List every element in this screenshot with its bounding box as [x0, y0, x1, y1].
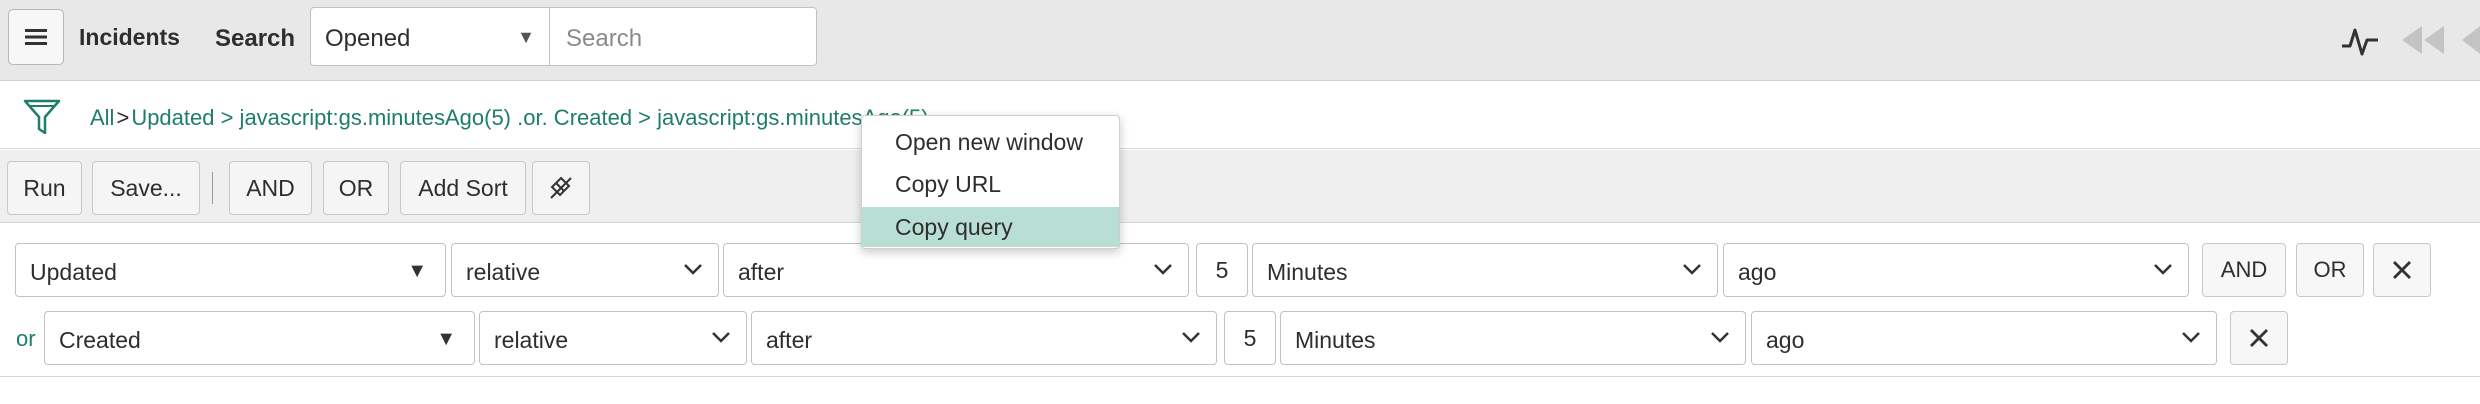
list-view: Incidents Search Opened ▼ Search All>Upd…: [0, 0, 2480, 404]
condition-operator-select[interactable]: after: [723, 243, 1189, 297]
condition-and-button[interactable]: AND: [2202, 243, 2286, 297]
caret-down-icon: ▼: [407, 260, 427, 282]
select-caret-icon: ▼: [517, 27, 535, 47]
condition-direction-select[interactable]: ago: [1751, 311, 2217, 365]
add-or-button[interactable]: OR: [323, 161, 389, 215]
condition-field-select[interactable]: Updated ▼: [15, 243, 446, 297]
toolbar-divider: [212, 172, 213, 204]
chevron-down-icon: [2154, 264, 2172, 275]
condition-unit-select[interactable]: Minutes: [1252, 243, 1718, 297]
search-label: Search: [215, 25, 296, 52]
close-icon: [2393, 261, 2411, 279]
chevron-down-icon: [1154, 264, 1172, 275]
condition-direction-value: ago: [1766, 327, 1805, 353]
menu-item-copy-query[interactable]: Copy query: [862, 207, 1119, 247]
remove-condition-button[interactable]: [2373, 243, 2431, 297]
search-field-value: Opened: [325, 25, 411, 52]
breadcrumb-trail: All>Updated > javascript:gs.minutesAgo(5…: [90, 105, 929, 131]
search-placeholder: Search: [566, 25, 643, 52]
save-button[interactable]: Save...: [92, 161, 200, 215]
breadcrumb-all[interactable]: All: [90, 105, 114, 130]
condition-operator-value: after: [766, 327, 813, 353]
add-and-button[interactable]: AND: [229, 161, 312, 215]
condition-operator-select[interactable]: after: [751, 311, 1217, 365]
breadcrumb-context-menu: Open new window Copy URL Copy query: [861, 115, 1120, 249]
condition-quantity-input[interactable]: 5: [1196, 243, 1248, 297]
menu-item-copy-url[interactable]: Copy URL: [862, 164, 1119, 204]
condition-unit-value: Minutes: [1295, 327, 1376, 353]
list-header: Incidents Search Opened ▼ Search: [0, 0, 2480, 81]
first-page-icon[interactable]: [2400, 20, 2448, 60]
condition-mode-select[interactable]: relative: [479, 311, 747, 365]
condition-mode-value: relative: [494, 327, 569, 353]
search-field-select[interactable]: Opened ▼: [310, 7, 550, 66]
run-button[interactable]: Run: [7, 161, 82, 215]
chevron-down-icon: [1182, 332, 1200, 343]
list-title: Incidents: [79, 24, 180, 50]
condition-unit-select[interactable]: Minutes: [1280, 311, 1746, 365]
close-icon: [2250, 329, 2268, 347]
add-sort-button[interactable]: Add Sort: [400, 161, 526, 215]
search-input[interactable]: Search: [549, 7, 817, 66]
condition-field-value: Updated: [30, 259, 117, 285]
condition-mode-select[interactable]: relative: [451, 243, 719, 297]
breadcrumb: All>Updated > javascript:gs.minutesAgo(5…: [0, 81, 2480, 149]
condition-field-select[interactable]: Created ▼: [44, 311, 475, 365]
condition-field-value: Created: [59, 327, 141, 353]
activity-icon[interactable]: [2340, 20, 2380, 60]
remove-condition-button[interactable]: [2230, 311, 2288, 365]
condition-builder-toolbar: Run Save... AND OR Add Sort: [0, 150, 2480, 223]
chevron-down-icon: [684, 264, 702, 275]
condition-unit-value: Minutes: [1267, 259, 1348, 285]
condition-mode-value: relative: [466, 259, 541, 285]
chevron-down-icon: [1683, 264, 1701, 275]
breadcrumb-condition[interactable]: Updated > javascript:gs.minutesAgo(5) .o…: [131, 105, 928, 130]
chevron-down-icon: [712, 332, 730, 343]
breadcrumb-separator: >: [116, 105, 130, 130]
menu-button[interactable]: [8, 9, 64, 65]
caret-down-icon: ▼: [436, 328, 456, 350]
prev-page-icon[interactable]: [2462, 20, 2480, 60]
condition-quantity-input[interactable]: 5: [1224, 311, 1276, 365]
condition-operator-value: after: [738, 259, 785, 285]
menu-item-open-new-window[interactable]: Open new window: [862, 122, 1119, 162]
condition-area-divider: [0, 376, 2480, 377]
condition-direction-select[interactable]: ago: [1723, 243, 2189, 297]
chevron-down-icon: [2182, 332, 2200, 343]
condition-or-button[interactable]: OR: [2296, 243, 2364, 297]
filter-icon[interactable]: [22, 97, 62, 137]
chevron-down-icon: [1711, 332, 1729, 343]
menu-icon: [25, 29, 47, 45]
eraser-icon: [550, 176, 572, 199]
clear-conditions-button[interactable]: [532, 161, 590, 215]
condition-direction-value: ago: [1738, 259, 1777, 285]
condition-rows: Updated ▼ relative after 5 Minutes ago A…: [0, 224, 2480, 404]
or-connector-label: or: [16, 326, 36, 351]
